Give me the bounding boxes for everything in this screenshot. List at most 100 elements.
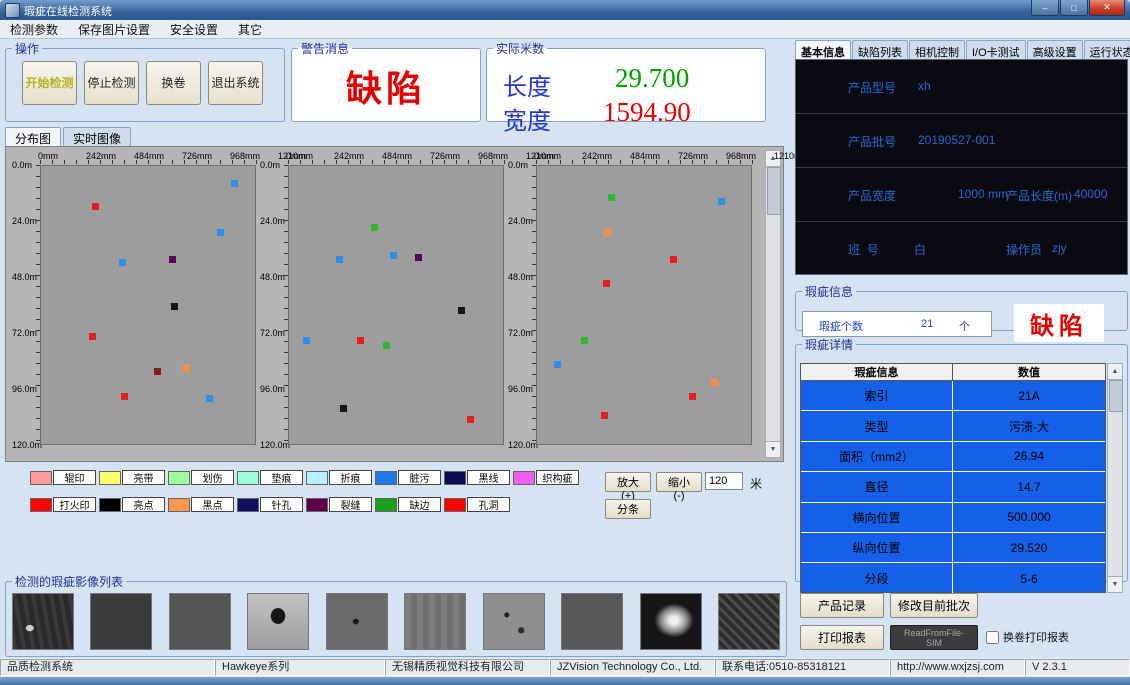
- defect-point[interactable]: [603, 280, 610, 287]
- defect-point[interactable]: [119, 259, 126, 266]
- menu-item-3[interactable]: 安全设置: [160, 21, 228, 38]
- scroll-thumb[interactable]: [767, 167, 781, 215]
- defect-image-10[interactable]: [718, 593, 780, 650]
- detail-row-7[interactable]: 分段5-6: [801, 563, 1105, 593]
- operation-button-4[interactable]: 退出系统: [208, 61, 263, 105]
- defect-point[interactable]: [458, 307, 465, 314]
- chart-scrollbar[interactable]: ▲ ▼: [765, 150, 781, 458]
- product-record-button[interactable]: 产品记录: [800, 593, 884, 618]
- defect-detail-group: 瑕疵详情 瑕疵信息 数值 索引21A类型污渍-大面积（mm2）26.94直径14…: [795, 336, 1128, 582]
- defect-point[interactable]: [608, 194, 615, 201]
- zoom-out-button[interactable]: 缩小(-): [656, 472, 702, 492]
- defect-point[interactable]: [183, 365, 190, 372]
- defect-point[interactable]: [718, 198, 725, 205]
- legend-swatch: [306, 471, 328, 485]
- defect-image-7[interactable]: [483, 593, 545, 650]
- roll-print-checkbox[interactable]: [986, 631, 999, 644]
- defect-point[interactable]: [581, 337, 588, 344]
- right-tab-3[interactable]: 相机控制: [909, 40, 965, 59]
- defect-point[interactable]: [92, 203, 99, 210]
- close-button[interactable]: ✕: [1089, 0, 1125, 16]
- scroll-down-icon[interactable]: ▼: [766, 441, 780, 457]
- defect-point[interactable]: [89, 333, 96, 340]
- maximize-button[interactable]: □: [1060, 0, 1088, 16]
- view-tab-1[interactable]: 分布图: [5, 127, 61, 146]
- right-panel-tabs: 基本信息缺陷列表相机控制I/O卡测试高级设置运行状态信息: [795, 40, 1129, 59]
- operation-button-3[interactable]: 换卷: [146, 61, 201, 105]
- detail-scroll-thumb[interactable]: [1109, 380, 1123, 412]
- defect-point[interactable]: [217, 229, 224, 236]
- defect-point[interactable]: [689, 393, 696, 400]
- legend-item: 织构疵: [513, 470, 582, 485]
- defect-point[interactable]: [467, 416, 474, 423]
- detail-scroll-down-icon[interactable]: ▼: [1108, 576, 1122, 592]
- defect-point[interactable]: [390, 252, 397, 259]
- defect-point[interactable]: [357, 337, 364, 344]
- defect-point[interactable]: [670, 256, 677, 263]
- defect-point[interactable]: [604, 229, 611, 236]
- print-report-button[interactable]: 打印报表: [800, 625, 884, 650]
- status-segment-1: 品质检测系统: [0, 659, 215, 676]
- legend-label: 孔洞: [467, 497, 510, 512]
- read-from-file-button[interactable]: ReadFromFile-SIM: [890, 625, 978, 650]
- detail-value: 14.7: [953, 472, 1105, 501]
- defect-point[interactable]: [169, 256, 176, 263]
- operation-button-1[interactable]: 开始检测: [22, 61, 77, 105]
- defect-point[interactable]: [121, 393, 128, 400]
- defect-point[interactable]: [340, 405, 347, 412]
- detail-scrollbar[interactable]: ▲ ▼: [1107, 363, 1123, 593]
- detail-row-4[interactable]: 直径14.7: [801, 472, 1105, 502]
- right-tab-2[interactable]: 缺陷列表: [852, 40, 908, 59]
- detail-row-5[interactable]: 横向位置500.000: [801, 503, 1105, 533]
- detail-row-6[interactable]: 纵向位置29.520: [801, 533, 1105, 563]
- view-tab-2[interactable]: 实时图像: [63, 127, 131, 146]
- detail-row-2[interactable]: 类型污渍-大: [801, 411, 1105, 441]
- defect-point[interactable]: [601, 412, 608, 419]
- split-button[interactable]: 分条: [605, 499, 651, 519]
- defect-point[interactable]: [383, 342, 390, 349]
- defect-image-1[interactable]: [12, 593, 74, 650]
- legend-label: 黑线: [467, 470, 510, 485]
- scale-input[interactable]: [705, 472, 743, 490]
- menu-item-4[interactable]: 其它: [228, 21, 272, 38]
- defect-point[interactable]: [303, 337, 310, 344]
- defect-point[interactable]: [336, 256, 343, 263]
- right-tab-4[interactable]: I/O卡测试: [966, 40, 1026, 59]
- defect-point[interactable]: [711, 379, 718, 386]
- product-length-label: 产品长度(m): [1006, 187, 1072, 204]
- defect-image-4[interactable]: [247, 593, 309, 650]
- menu-item-2[interactable]: 保存图片设置: [68, 21, 160, 38]
- right-tab-6[interactable]: 运行状态信息: [1084, 40, 1130, 59]
- detail-row-3[interactable]: 面积（mm2）26.94: [801, 442, 1105, 472]
- defect-point[interactable]: [171, 303, 178, 310]
- defect-image-3[interactable]: [169, 593, 231, 650]
- defect-point[interactable]: [371, 224, 378, 231]
- legend-label: 针孔: [260, 497, 303, 512]
- legend-swatch: [168, 471, 190, 485]
- defect-point[interactable]: [206, 395, 213, 402]
- defect-point[interactable]: [154, 368, 161, 375]
- defect-image-9[interactable]: [640, 593, 702, 650]
- minimize-button[interactable]: –: [1031, 0, 1059, 16]
- defect-image-6[interactable]: [404, 593, 466, 650]
- defect-point[interactable]: [554, 361, 561, 368]
- scatter-plot: [40, 165, 256, 445]
- detail-row-1[interactable]: 索引21A: [801, 381, 1105, 411]
- defect-image-8[interactable]: [561, 593, 623, 650]
- defect-image-2[interactable]: [90, 593, 152, 650]
- legend-label: 织构疵: [536, 470, 579, 485]
- right-tab-5[interactable]: 高级设置: [1027, 40, 1083, 59]
- legend-swatch: [30, 471, 52, 485]
- detail-scroll-up-icon[interactable]: ▲: [1108, 364, 1122, 380]
- menu-item-1[interactable]: 检测参数: [0, 21, 68, 38]
- y-tick-label: 72.0m: [260, 328, 285, 338]
- defect-point[interactable]: [231, 180, 238, 187]
- operation-button-2[interactable]: 停止检测: [84, 61, 139, 105]
- modify-batch-button[interactable]: 修改目前批次: [890, 593, 978, 618]
- y-tick-label: 0.0m: [260, 160, 280, 170]
- defect-image-5[interactable]: [326, 593, 388, 650]
- right-tab-1[interactable]: 基本信息: [795, 40, 851, 59]
- zoom-in-button[interactable]: 放大(+): [605, 472, 651, 492]
- legend-item: 划伤: [168, 470, 237, 485]
- defect-point[interactable]: [415, 254, 422, 261]
